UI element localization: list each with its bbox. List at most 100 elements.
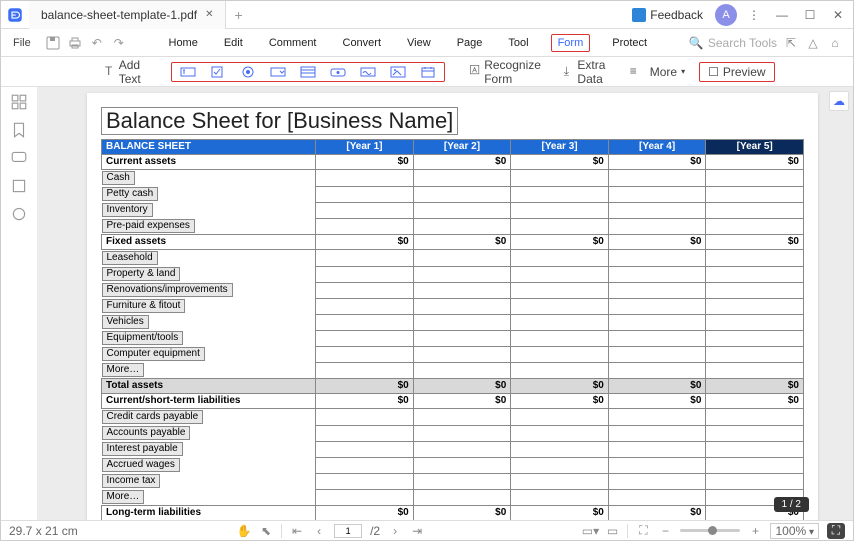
cloud-sync-icon[interactable]: △ [805, 35, 821, 51]
new-tab-button[interactable]: + [226, 7, 250, 23]
user-avatar[interactable]: A [715, 4, 737, 26]
item-label[interactable]: Property & land [102, 266, 316, 282]
amount-cell[interactable] [413, 425, 511, 441]
file-menu[interactable]: File [5, 37, 39, 49]
undo-icon[interactable]: ↶ [89, 36, 105, 50]
amount-cell[interactable] [316, 346, 414, 362]
amount-cell[interactable] [608, 282, 706, 298]
amount-cell[interactable]: $0 [316, 155, 414, 170]
item-label[interactable]: Pre-paid expenses [102, 218, 316, 235]
amount-cell[interactable] [511, 441, 609, 457]
amount-cell[interactable] [706, 218, 804, 235]
amount-cell[interactable] [511, 186, 609, 202]
extra-data-button[interactable]: ⤓ Extra Data [560, 56, 616, 88]
amount-cell[interactable] [316, 218, 414, 235]
menu-edit[interactable]: Edit [220, 35, 247, 51]
amount-cell[interactable] [706, 473, 804, 489]
menu-home[interactable]: Home [165, 35, 202, 51]
amount-cell[interactable] [316, 202, 414, 218]
prev-page-icon[interactable]: ‹ [312, 524, 326, 538]
amount-cell[interactable]: $0 [706, 379, 804, 394]
amount-cell[interactable] [316, 473, 414, 489]
item-label[interactable]: Income tax [102, 473, 316, 489]
amount-cell[interactable] [706, 202, 804, 218]
fit-width-icon[interactable]: ⛶ [636, 524, 650, 538]
save-icon[interactable] [45, 36, 61, 50]
attachment-icon[interactable] [10, 177, 28, 195]
amount-cell[interactable] [706, 346, 804, 362]
amount-cell[interactable]: $0 [413, 235, 511, 250]
amount-cell[interactable] [413, 473, 511, 489]
amount-cell[interactable] [608, 441, 706, 457]
amount-cell[interactable] [511, 298, 609, 314]
view-mode-icon[interactable]: ▭▾ [583, 524, 597, 538]
amount-cell[interactable] [706, 425, 804, 441]
hand-tool-icon[interactable]: ✋ [237, 524, 251, 538]
button-field-icon[interactable] [330, 65, 346, 79]
amount-cell[interactable] [316, 409, 414, 426]
amount-cell[interactable]: $0 [706, 155, 804, 170]
amount-cell[interactable] [511, 202, 609, 218]
listbox-field-icon[interactable] [300, 65, 316, 79]
amount-cell[interactable] [608, 250, 706, 267]
item-label[interactable]: Vehicles [102, 314, 316, 330]
menu-form[interactable]: Form [551, 34, 591, 52]
amount-cell[interactable] [706, 266, 804, 282]
comments-icon[interactable] [10, 149, 28, 167]
item-label[interactable]: Accrued wages [102, 457, 316, 473]
menu-convert[interactable]: Convert [339, 35, 386, 51]
amount-cell[interactable] [316, 314, 414, 330]
amount-cell[interactable] [706, 298, 804, 314]
amount-cell[interactable]: $0 [413, 155, 511, 170]
amount-cell[interactable] [511, 218, 609, 235]
item-label[interactable]: More… [102, 489, 316, 506]
amount-cell[interactable]: $0 [511, 506, 609, 521]
cloud-icon[interactable]: ☁ [829, 91, 849, 111]
more-button[interactable]: ≡ More ▾ [626, 62, 689, 82]
zoom-in-icon[interactable]: + [748, 524, 762, 538]
amount-cell[interactable] [608, 425, 706, 441]
search-tools[interactable]: 🔍 Search Tools [689, 36, 777, 50]
zoom-slider[interactable] [680, 529, 740, 532]
amount-cell[interactable] [511, 409, 609, 426]
recognize-form-button[interactable]: Recognize Form [465, 56, 550, 88]
amount-cell[interactable] [413, 441, 511, 457]
amount-cell[interactable] [316, 298, 414, 314]
amount-cell[interactable] [706, 314, 804, 330]
amount-cell[interactable] [316, 457, 414, 473]
zoom-out-icon[interactable]: − [658, 524, 672, 538]
amount-cell[interactable] [316, 186, 414, 202]
kebab-menu-icon[interactable]: ⋮ [743, 4, 765, 26]
amount-cell[interactable] [413, 218, 511, 235]
amount-cell[interactable] [316, 330, 414, 346]
menu-page[interactable]: Page [453, 35, 487, 51]
checkbox-field-icon[interactable] [210, 65, 226, 79]
item-label[interactable]: Inventory [102, 202, 316, 218]
amount-cell[interactable]: $0 [316, 506, 414, 521]
amount-cell[interactable]: $0 [608, 235, 706, 250]
amount-cell[interactable] [413, 457, 511, 473]
preview-button[interactable]: ☐ Preview [699, 62, 774, 82]
amount-cell[interactable] [608, 266, 706, 282]
text-field-icon[interactable] [180, 65, 196, 79]
amount-cell[interactable] [706, 441, 804, 457]
amount-cell[interactable] [413, 489, 511, 506]
date-field-icon[interactable] [420, 65, 436, 79]
amount-cell[interactable]: $0 [511, 394, 609, 409]
amount-cell[interactable] [413, 314, 511, 330]
amount-cell[interactable] [413, 186, 511, 202]
amount-cell[interactable] [706, 282, 804, 298]
read-mode-icon[interactable]: ▭ [605, 524, 619, 538]
amount-cell[interactable] [608, 489, 706, 506]
amount-cell[interactable] [511, 425, 609, 441]
amount-cell[interactable] [511, 282, 609, 298]
fit-page-button[interactable]: ⛶ [827, 523, 845, 539]
amount-cell[interactable]: $0 [413, 394, 511, 409]
amount-cell[interactable] [511, 362, 609, 379]
item-label[interactable]: Computer equipment [102, 346, 316, 362]
amount-cell[interactable] [706, 250, 804, 267]
item-label[interactable]: Equipment/tools [102, 330, 316, 346]
amount-cell[interactable]: $0 [316, 394, 414, 409]
amount-cell[interactable]: $0 [413, 506, 511, 521]
zoom-value[interactable]: 100% ▾ [770, 523, 819, 539]
